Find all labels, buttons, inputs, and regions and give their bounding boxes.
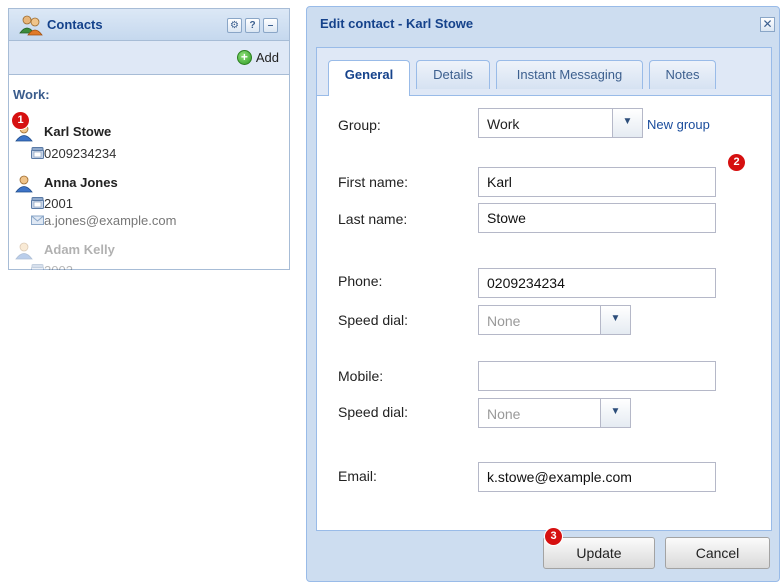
email-field[interactable] xyxy=(478,462,716,492)
general-tab-panel: Group: Work ▼ New group First name: Last… xyxy=(317,96,771,531)
add-label: Add xyxy=(255,50,279,65)
chevron-down-icon[interactable]: ▼ xyxy=(612,109,642,137)
group-label: Work: xyxy=(13,87,50,102)
contact-email-value: a.jones@example.com xyxy=(44,213,177,228)
dialog-title: Edit contact - Karl Stowe xyxy=(320,16,474,31)
first-name-label: First name: xyxy=(338,174,409,190)
mobile-field[interactable] xyxy=(478,361,716,391)
contact-name: Adam Kelly xyxy=(44,242,115,257)
contact-phone: 2002 xyxy=(31,263,73,270)
group-select-value: Work xyxy=(487,116,520,132)
person-icon xyxy=(15,175,33,193)
phone-field[interactable] xyxy=(478,268,716,298)
last-name-field[interactable] xyxy=(478,203,716,233)
contacts-title: Contacts xyxy=(47,17,103,32)
close-icon[interactable]: ✕ xyxy=(760,17,775,32)
tab-notes[interactable]: Notes xyxy=(649,60,716,89)
mobile-label: Mobile: xyxy=(338,368,384,384)
last-name-label: Last name: xyxy=(338,211,408,227)
phone-icon xyxy=(31,147,44,159)
add-icon: + xyxy=(236,50,252,65)
contact-phone: 0209234234 xyxy=(31,146,117,161)
chevron-down-icon[interactable]: ▼ xyxy=(600,399,630,427)
tab-instant-messaging[interactable]: Instant Messaging xyxy=(496,60,643,89)
person-icon xyxy=(15,242,33,260)
mail-icon xyxy=(31,215,44,225)
tab-general[interactable]: General xyxy=(328,60,410,96)
tab-details[interactable]: Details xyxy=(416,60,490,89)
contact-phone-value: 0209234234 xyxy=(44,146,117,161)
callout-marker-2: 2 xyxy=(728,154,745,171)
contact-name: Anna Jones xyxy=(44,175,118,190)
group-field-label: Group: xyxy=(338,117,381,133)
contacts-toolbar: + Add xyxy=(9,41,289,75)
group-select[interactable]: Work ▼ xyxy=(478,108,643,138)
contact-item-adam-kelly[interactable]: Adam Kelly 2002 xyxy=(15,242,215,270)
phone-icon xyxy=(31,197,44,209)
mobile-speed-dial-label: Speed dial: xyxy=(338,404,409,420)
gear-icon[interactable]: ⚙ xyxy=(227,18,242,33)
phone-speed-dial-value: None xyxy=(487,313,521,329)
callout-marker-1: 1 xyxy=(12,112,29,129)
help-icon[interactable]: ? xyxy=(245,18,260,33)
cancel-button[interactable]: Cancel xyxy=(665,537,770,569)
email-label: Email: xyxy=(338,468,377,484)
new-group-link[interactable]: New group xyxy=(647,117,710,132)
contacts-icon xyxy=(19,15,43,36)
contact-phone-value: 2001 xyxy=(44,196,73,211)
add-button[interactable]: + Add xyxy=(236,50,279,65)
mobile-speed-dial-value: None xyxy=(487,406,521,422)
phone-speed-dial-label: Speed dial: xyxy=(338,312,409,328)
first-name-field[interactable] xyxy=(478,167,716,197)
collapse-icon[interactable]: – xyxy=(263,18,278,33)
chevron-down-icon[interactable]: ▼ xyxy=(600,306,630,334)
tabstrip: General Details Instant Messaging Notes xyxy=(317,48,771,96)
contact-phone-value: 2002 xyxy=(44,263,73,270)
contacts-panel: Contacts ⚙ ? – + Add xyxy=(8,8,290,270)
contact-phone: 2001 xyxy=(31,196,73,211)
edit-contact-dialog: Edit contact - Karl Stowe ✕ General Deta… xyxy=(306,6,780,582)
phone-speed-dial-select[interactable]: None ▼ xyxy=(478,305,631,335)
contacts-header: Contacts ⚙ ? – xyxy=(9,9,289,41)
callout-marker-3: 3 xyxy=(545,528,562,545)
mobile-speed-dial-select[interactable]: None ▼ xyxy=(478,398,631,428)
phone-label: Phone: xyxy=(338,273,383,289)
dialog-body: General Details Instant Messaging Notes … xyxy=(316,47,772,531)
contact-name: Karl Stowe xyxy=(44,124,112,139)
contact-email: a.jones@example.com xyxy=(31,213,177,228)
phone-icon xyxy=(31,264,44,270)
